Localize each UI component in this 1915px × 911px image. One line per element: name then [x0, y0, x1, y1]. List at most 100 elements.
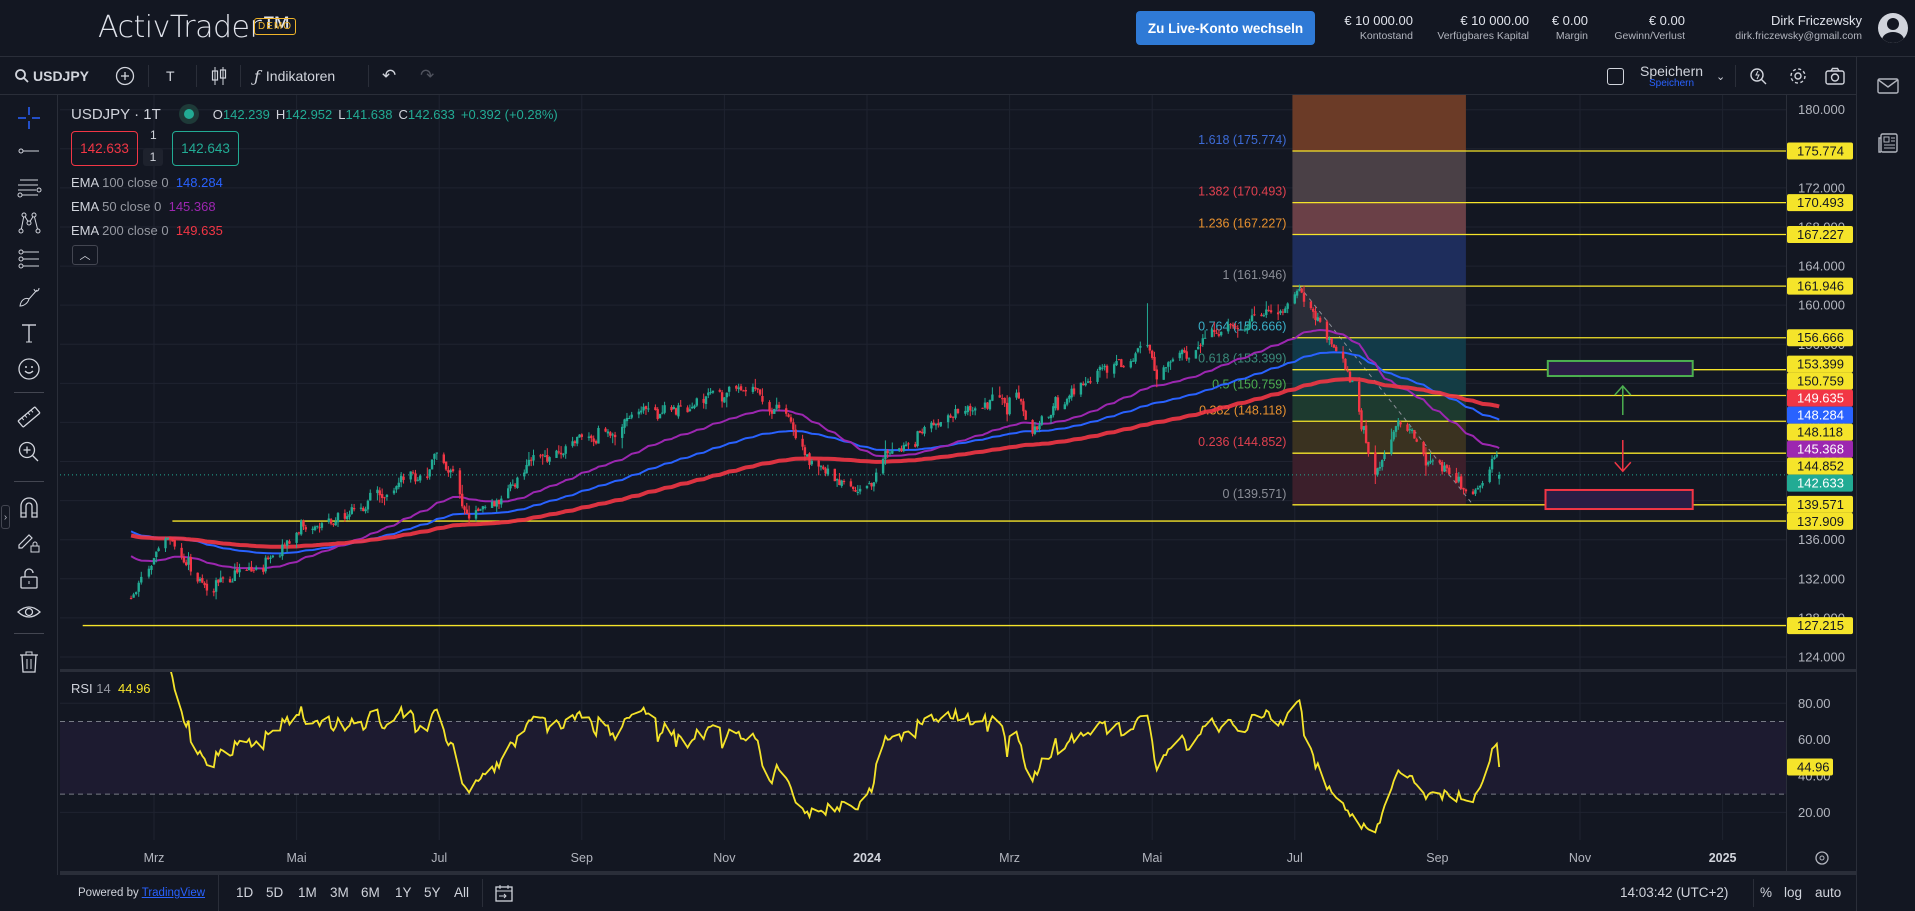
target-zone-down[interactable]: [1546, 490, 1693, 509]
price-label[interactable]: 145.368: [1787, 441, 1853, 458]
price-label[interactable]: 153.399: [1787, 356, 1853, 373]
quick-search-button[interactable]: [1749, 57, 1769, 95]
price-label[interactable]: 142.633: [1787, 475, 1853, 492]
range-all[interactable]: All: [454, 885, 469, 900]
measure-tool[interactable]: [15, 403, 43, 431]
price-tick-label: 124.000: [1798, 649, 1845, 664]
ema-name: EMA: [71, 223, 98, 238]
indicators-button[interactable]: ƒ Indikatoren: [254, 57, 335, 95]
price-label[interactable]: 150.759: [1787, 373, 1853, 390]
zoom-in-tool[interactable]: [15, 438, 43, 466]
go-to-date-button[interactable]: [494, 883, 514, 908]
snapshot-button[interactable]: [1824, 57, 1846, 95]
range-5y[interactable]: 5Y: [424, 885, 441, 900]
price-label[interactable]: 137.909: [1787, 513, 1853, 530]
candle: [818, 460, 820, 475]
stat-balance: € 10 000.00Kontostand: [1344, 13, 1413, 42]
layout-checkbox[interactable]: [1607, 57, 1624, 95]
user-info[interactable]: Dirk Friczewskydirk.friczewsky@gmail.com: [1735, 13, 1862, 42]
redo-button[interactable]: ↷: [420, 57, 434, 95]
settings-button[interactable]: [1788, 57, 1808, 95]
messages-button[interactable]: [1877, 77, 1899, 100]
price-label[interactable]: 148.284: [1787, 407, 1853, 424]
clock[interactable]: 14:03:42 (UTC+2): [1620, 885, 1728, 900]
price-label[interactable]: 175.774: [1787, 143, 1853, 160]
pattern-tool[interactable]: [15, 209, 43, 237]
range-1y[interactable]: 1Y: [395, 885, 412, 900]
crosshair-tool[interactable]: [15, 104, 43, 132]
sell-button[interactable]: 142.633: [71, 131, 138, 166]
price-label[interactable]: 148.118: [1787, 424, 1853, 441]
target-zone-up[interactable]: [1548, 361, 1693, 376]
range-1m[interactable]: 1M: [298, 885, 317, 900]
candle: [190, 554, 192, 576]
range-6m[interactable]: 6M: [361, 885, 380, 900]
drawings[interactable]: [1546, 361, 1693, 509]
interval-button[interactable]: T: [166, 57, 175, 95]
auto-toggle[interactable]: auto: [1815, 885, 1841, 900]
ema-50-legend[interactable]: EMA 50 close 0 145.368: [71, 199, 216, 214]
save-button[interactable]: Speichern Speichern: [1640, 57, 1703, 95]
undo-button[interactable]: ↶: [382, 57, 396, 95]
avatar[interactable]: [1878, 13, 1908, 43]
price-label[interactable]: 149.635: [1787, 390, 1853, 407]
lock-drawings-tool[interactable]: [15, 528, 43, 556]
price-label[interactable]: 167.227: [1787, 226, 1853, 243]
symbol-search-button[interactable]: USDJPY: [14, 57, 89, 95]
buy-button[interactable]: 142.643: [172, 131, 239, 166]
hide-drawings-tool[interactable]: [15, 598, 43, 626]
tradingview-link[interactable]: TradingView: [142, 887, 205, 899]
candle: [364, 507, 366, 514]
range-5d[interactable]: 5D: [266, 885, 283, 900]
candle: [402, 474, 404, 484]
horizontal-lines-tool[interactable]: [15, 174, 43, 202]
compare-symbol-button[interactable]: [114, 57, 136, 95]
expand-toolbar-button[interactable]: ›: [1, 505, 10, 529]
fib-level-label: 0 (139.571): [1222, 487, 1286, 501]
trend-line-tool[interactable]: [15, 137, 43, 165]
axis-settings-icon[interactable]: [1816, 852, 1828, 864]
fib-tool[interactable]: [15, 245, 43, 273]
candle: [735, 385, 737, 391]
collapse-legend-button[interactable]: ︿: [72, 245, 98, 265]
time-axis[interactable]: MrzMaiJulSepNov2024MrzMaiJulSepNov2025: [144, 851, 1828, 865]
candle-body: [905, 445, 907, 447]
ema-100-legend[interactable]: EMA 100 close 0 148.284: [71, 175, 223, 190]
text-tool[interactable]: [15, 319, 43, 347]
price-label[interactable]: 144.852: [1787, 458, 1853, 475]
lock-all-tool[interactable]: [15, 564, 43, 592]
price-label[interactable]: 156.666: [1787, 329, 1853, 346]
candle: [1277, 304, 1279, 320]
candle: [1015, 389, 1017, 399]
news-button[interactable]: [1877, 132, 1899, 159]
candle-body: [234, 570, 236, 581]
fib-trend-line[interactable]: [1299, 286, 1473, 505]
symbol-title[interactable]: USDJPY · 1T: [71, 106, 161, 123]
price-label[interactable]: 161.946: [1787, 278, 1853, 295]
price-axis[interactable]: 180.000176.000172.000168.000164.000160.0…: [1787, 102, 1853, 820]
switch-to-live-account-button[interactable]: Zu Live-Konto wechseln: [1136, 11, 1315, 45]
magnet-tool[interactable]: [15, 493, 43, 521]
brush-tool[interactable]: [15, 283, 43, 311]
percent-toggle[interactable]: %: [1760, 885, 1772, 900]
fib-extension-drawing[interactable]: 1.618 (175.774)1.382 (170.493)1.236 (167…: [1198, 95, 1473, 505]
price-label[interactable]: 139.571: [1787, 496, 1853, 513]
candle: [1246, 324, 1248, 334]
log-toggle[interactable]: log: [1784, 885, 1802, 900]
price-chart[interactable]: 1.618 (175.774)1.382 (170.493)1.236 (167…: [0, 0, 1915, 911]
horizontal-lines[interactable]: [60, 151, 1786, 626]
save-options-button[interactable]: ⌄: [1716, 57, 1725, 95]
chart-type-button[interactable]: [210, 57, 228, 95]
candle-body: [514, 485, 516, 487]
range-1d[interactable]: 1D: [236, 885, 253, 900]
down-arrow[interactable]: [1615, 440, 1631, 471]
candle-body: [705, 396, 707, 404]
price-label[interactable]: 170.493: [1787, 194, 1853, 211]
emoji-tool[interactable]: [15, 355, 43, 383]
remove-drawings-tool[interactable]: [15, 648, 43, 676]
up-arrow[interactable]: [1615, 386, 1631, 415]
range-3m[interactable]: 3M: [330, 885, 349, 900]
rsi-legend[interactable]: RSI 14 44.96: [71, 681, 151, 696]
ema-200-legend[interactable]: EMA 200 close 0 149.635: [71, 223, 223, 238]
price-label[interactable]: 127.215: [1787, 617, 1853, 634]
